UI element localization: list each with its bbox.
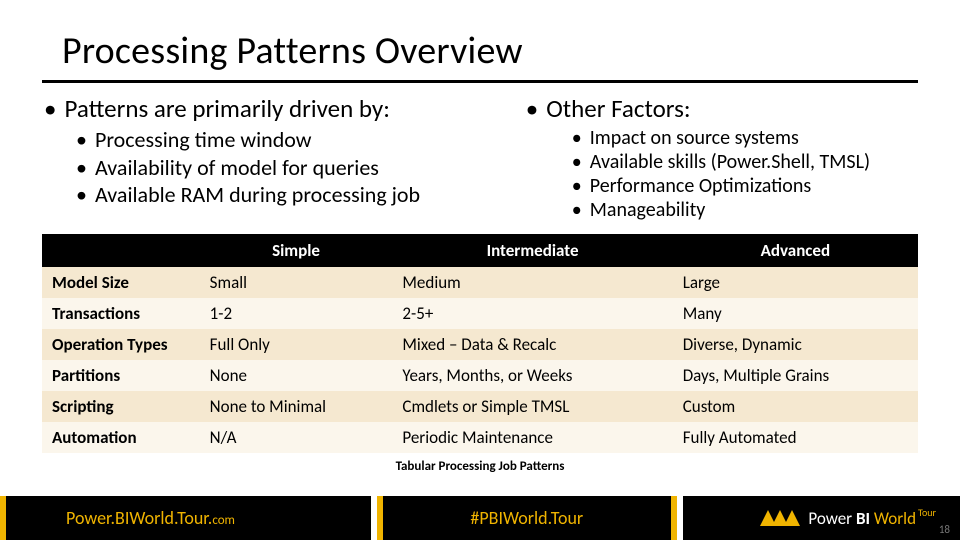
chevron-logo-icon bbox=[760, 510, 800, 526]
table-row: Partitions None Years, Months, or Weeks … bbox=[42, 360, 918, 391]
table-cell: Diverse, Dynamic bbox=[673, 329, 918, 360]
logo-prefix: Power bbox=[808, 508, 856, 529]
right-item: • Impact on source systems bbox=[572, 126, 918, 150]
left-heading: • Patterns are primarily driven by: bbox=[42, 93, 524, 124]
footer-logo-text: Power BI WorldTour bbox=[808, 508, 936, 529]
table-cell: Automation bbox=[42, 422, 200, 453]
table-row: Automation N/A Periodic Maintenance Full… bbox=[42, 422, 918, 453]
footer-left: Power.BIWorld.Tour.com bbox=[6, 496, 371, 540]
table-cell: Fully Automated bbox=[673, 422, 918, 453]
bullet-dot-icon: • bbox=[572, 126, 582, 150]
slide-title: Processing Patterns Overview bbox=[62, 28, 918, 74]
table-header-cell: Intermediate bbox=[392, 234, 672, 267]
table-row: Scripting None to Minimal Cmdlets or Sim… bbox=[42, 391, 918, 422]
right-item-text: Available skills (Power.Shell, TMSL) bbox=[590, 150, 870, 174]
table-cell: Many bbox=[673, 298, 918, 329]
table-cell: Custom bbox=[673, 391, 918, 422]
footer-brand: Power.BIWorld.Tour.com bbox=[66, 507, 235, 529]
logo-tour: Tour bbox=[918, 508, 936, 517]
bullet-dot-icon: • bbox=[572, 174, 582, 198]
left-item: • Availability of model for queries bbox=[76, 154, 524, 182]
footer-bar: Power.BIWorld.Tour.com #PBIWorld.Tour Po… bbox=[0, 496, 960, 540]
footer-brand-main: Power.BIWorld.Tour. bbox=[66, 507, 212, 529]
content-columns: • Patterns are primarily driven by: • Pro… bbox=[42, 93, 918, 222]
table-cell: 1-2 bbox=[200, 298, 393, 329]
footer-brand-suffix: com bbox=[212, 513, 235, 528]
bullet-dot-icon: • bbox=[526, 93, 538, 124]
logo-world: World bbox=[874, 508, 916, 529]
bullet-dot-icon: • bbox=[572, 198, 582, 222]
table-cell: Medium bbox=[392, 267, 672, 298]
table-cell: Full Only bbox=[200, 329, 393, 360]
table-row: Model Size Small Medium Large bbox=[42, 267, 918, 298]
left-item-text: Available RAM during processing job bbox=[95, 181, 420, 209]
table-header-cell: Simple bbox=[200, 234, 393, 267]
table-cell: Years, Months, or Weeks bbox=[392, 360, 672, 391]
table-head: Simple Intermediate Advanced bbox=[42, 234, 918, 267]
table-cell: Cmdlets or Simple TMSL bbox=[392, 391, 672, 422]
table-cell: Mixed – Data & Recalc bbox=[392, 329, 672, 360]
table-cell: 2-5+ bbox=[392, 298, 672, 329]
right-column: • Other Factors: • Impact on source syste… bbox=[524, 93, 918, 222]
slide: Processing Patterns Overview • Patterns … bbox=[0, 0, 960, 540]
table-header-cell bbox=[42, 234, 200, 267]
table-header-cell: Advanced bbox=[673, 234, 918, 267]
page-number: 18 bbox=[939, 523, 950, 536]
right-heading: • Other Factors: bbox=[524, 93, 918, 124]
bullet-dot-icon: • bbox=[76, 154, 87, 182]
left-item-text: Processing time window bbox=[95, 126, 312, 154]
right-item-text: Manageability bbox=[590, 198, 706, 222]
right-item: • Performance Optimizations bbox=[572, 174, 918, 198]
right-item: • Available skills (Power.Shell, TMSL) bbox=[572, 150, 918, 174]
table-cell: Operation Types bbox=[42, 329, 200, 360]
table-row: Transactions 1-2 2-5+ Many bbox=[42, 298, 918, 329]
footer-hashtag: #PBIWorld.Tour bbox=[470, 507, 583, 529]
table-body: Model Size Small Medium Large Transactio… bbox=[42, 267, 918, 453]
patterns-table: Simple Intermediate Advanced Model Size … bbox=[42, 234, 918, 453]
table-cell: None bbox=[200, 360, 393, 391]
footer-right: Power BI WorldTour bbox=[683, 496, 960, 540]
bullet-dot-icon: • bbox=[44, 93, 56, 124]
left-heading-text: Patterns are primarily driven by: bbox=[64, 93, 389, 124]
table-cell: Small bbox=[200, 267, 393, 298]
table-cell: Partitions bbox=[42, 360, 200, 391]
left-item: • Available RAM during processing job bbox=[76, 181, 524, 209]
table-row: Operation Types Full Only Mixed – Data &… bbox=[42, 329, 918, 360]
table-cell: None to Minimal bbox=[200, 391, 393, 422]
table-header-row: Simple Intermediate Advanced bbox=[42, 234, 918, 267]
left-column: • Patterns are primarily driven by: • Pro… bbox=[42, 93, 524, 222]
right-heading-text: Other Factors: bbox=[546, 93, 690, 124]
left-item: • Processing time window bbox=[76, 126, 524, 154]
footer-mid: #PBIWorld.Tour bbox=[383, 496, 671, 540]
table-cell: Scripting bbox=[42, 391, 200, 422]
bullet-dot-icon: • bbox=[572, 150, 582, 174]
table-cell: Days, Multiple Grains bbox=[673, 360, 918, 391]
bullet-dot-icon: • bbox=[76, 126, 87, 154]
table-cell: N/A bbox=[200, 422, 393, 453]
table-cell: Transactions bbox=[42, 298, 200, 329]
right-item-text: Performance Optimizations bbox=[590, 174, 811, 198]
title-rule bbox=[42, 80, 918, 83]
right-item-text: Impact on source systems bbox=[590, 126, 799, 150]
table-caption: Tabular Processing Job Patterns bbox=[42, 459, 918, 474]
table-cell: Periodic Maintenance bbox=[392, 422, 672, 453]
table-cell: Large bbox=[673, 267, 918, 298]
logo-bi: BI bbox=[856, 508, 870, 529]
bullet-dot-icon: • bbox=[76, 181, 87, 209]
right-item: • Manageability bbox=[572, 198, 918, 222]
left-item-text: Availability of model for queries bbox=[95, 154, 379, 182]
table-cell: Model Size bbox=[42, 267, 200, 298]
footer-logo: Power BI WorldTour bbox=[760, 508, 936, 529]
